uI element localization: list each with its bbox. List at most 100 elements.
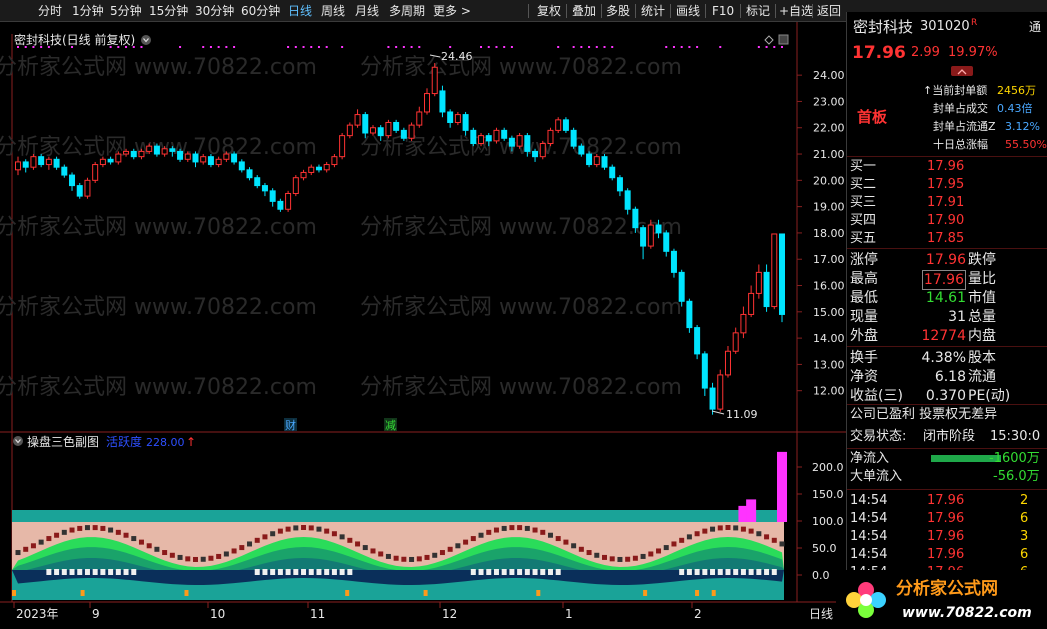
period-1min[interactable]: 1分钟	[72, 3, 104, 19]
quote-row: 最低 14.61 市值	[850, 290, 996, 306]
indicator-block	[46, 536, 52, 542]
indicator-block	[578, 546, 584, 552]
indicator-block	[401, 556, 407, 562]
candle-body	[462, 114, 469, 131]
indicator-block	[571, 543, 577, 549]
candle-body	[153, 145, 160, 155]
bid-row[interactable]: 买四 17.90	[847, 212, 1047, 230]
indicator-white-block	[532, 569, 538, 575]
bid-row[interactable]: 买一 17.96	[847, 158, 1047, 176]
candle-body	[478, 135, 485, 145]
indicator-white-block	[347, 569, 353, 575]
watermark-text: 分析家公式网 www.70822.com	[360, 295, 682, 320]
candle-body	[508, 137, 515, 147]
period-5min[interactable]: 5分钟	[110, 3, 142, 19]
indicator-block	[30, 543, 36, 549]
bid-row[interactable]: 买五 17.85	[847, 230, 1047, 248]
indicator-block	[247, 541, 253, 547]
diamond-icon[interactable]	[764, 35, 774, 45]
signal-dot	[387, 46, 390, 48]
panel-toggle-icon[interactable]	[778, 34, 789, 45]
title-dropdown-icon[interactable]	[141, 35, 151, 45]
indicator-white-block	[686, 569, 692, 575]
signal-dot	[402, 46, 405, 48]
multi-stock-button[interactable]: 多股	[606, 3, 630, 19]
period-more[interactable]: 更多 >	[433, 3, 471, 19]
indicator-block	[69, 527, 75, 533]
indicator-white-block	[764, 569, 770, 575]
signal-dot	[418, 46, 421, 48]
period-weekly[interactable]: 周线	[321, 3, 345, 19]
signal-dot	[341, 46, 344, 48]
candle-body	[231, 153, 238, 163]
indicator-block	[609, 556, 615, 562]
signal-dot	[209, 46, 212, 48]
stats-button[interactable]: 统计	[641, 3, 665, 19]
f10-button[interactable]: F10	[712, 3, 734, 19]
period-60min[interactable]: 60分钟	[241, 3, 280, 19]
period-30min[interactable]: 30分钟	[195, 3, 234, 19]
watermark-text: 分析家公式网 www.70822.com	[360, 375, 682, 400]
candle-body	[107, 158, 114, 163]
candle-body	[447, 111, 454, 123]
add-watchlist-button[interactable]: +自选	[779, 3, 813, 19]
candle-body	[339, 135, 346, 158]
candle-body	[501, 129, 508, 139]
watermark-text: 分析家公式网 www.70822.com	[0, 295, 317, 320]
period-fenshi[interactable]: 分时	[38, 3, 62, 19]
quote-row: 收益(三) 0.370 PE(动)	[850, 388, 1011, 404]
period-daily[interactable]: 日线	[288, 3, 312, 19]
price-tick-label: 20.00	[813, 174, 845, 187]
quote-row: 外盘 12774 内盘	[850, 328, 996, 344]
chart-svg[interactable]: 分析家公式网 www.70822.com 分析家公式网 www.70822.co…	[0, 22, 846, 629]
candle-body	[609, 166, 616, 179]
period-multi[interactable]: 多周期	[389, 3, 425, 19]
period-monthly[interactable]: 月线	[355, 3, 379, 19]
indicator-block	[702, 528, 708, 534]
indicator-block	[308, 525, 314, 531]
signal-dot	[317, 46, 320, 48]
watermark-text: 分析家公式网 www.70822.com	[0, 375, 317, 400]
activity-bar	[777, 451, 787, 522]
bid-row[interactable]: 买二 17.95	[847, 176, 1047, 194]
event-marker	[536, 590, 541, 596]
indicator-block	[602, 554, 608, 560]
signal-dot	[580, 46, 583, 48]
indicator-white-block	[486, 569, 492, 575]
indicator-white-block	[131, 569, 137, 575]
indicator-block	[370, 548, 376, 554]
overlay-button[interactable]: 叠加	[572, 3, 596, 19]
signal-dot	[125, 46, 128, 48]
indicator-block	[532, 527, 538, 533]
watermark-text: 分析家公式网 www.70822.com	[0, 215, 317, 240]
candle-body	[323, 164, 330, 171]
indicator-white-block	[540, 569, 546, 575]
indicator-axis: 200.0 150.0 100.0 50.0 0.0	[797, 461, 844, 582]
indicator-block	[239, 545, 245, 551]
indicator-block	[77, 525, 83, 531]
signal-dot	[449, 46, 452, 48]
watermark-layer: 分析家公式网 www.70822.com 分析家公式网 www.70822.co…	[0, 55, 682, 400]
candle-body	[61, 166, 68, 176]
expand-button[interactable]	[951, 66, 973, 76]
kline-chart-area[interactable]: 分析家公式网 www.70822.com 分析家公式网 www.70822.co…	[0, 22, 846, 629]
time-tick-label: 12	[442, 607, 457, 621]
quote-row: 现量 31 总量	[850, 309, 996, 325]
back-button[interactable]: 返回	[817, 3, 841, 19]
stock-code: 301020	[920, 19, 970, 34]
period-15min[interactable]: 15分钟	[149, 3, 188, 19]
event-marker	[711, 590, 716, 596]
fuquan-button[interactable]: 复权	[537, 3, 561, 19]
candle-body	[771, 233, 778, 308]
signal-dot	[696, 46, 699, 48]
indicator-collapse-icon[interactable]	[13, 436, 23, 446]
candle-body	[701, 353, 708, 389]
indicator-block	[123, 532, 129, 538]
time-tick-label: 2023年	[16, 607, 59, 621]
indicator-block	[177, 554, 183, 560]
time-tick-label: 10	[210, 607, 225, 621]
mark-button[interactable]: 标记	[746, 3, 770, 19]
candle-body	[76, 185, 83, 197]
draw-line-button[interactable]: 画线	[676, 3, 700, 19]
bid-row[interactable]: 买三 17.91	[847, 194, 1047, 212]
